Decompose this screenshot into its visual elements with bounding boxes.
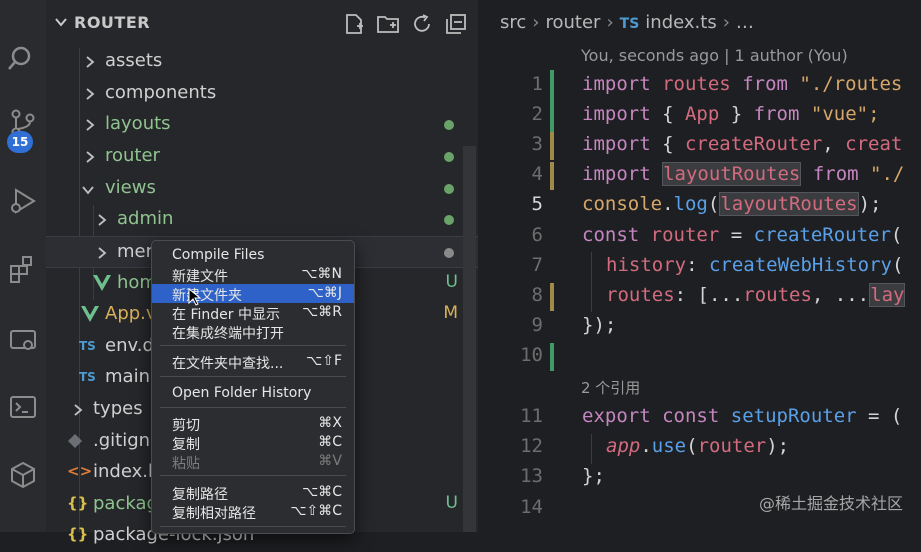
menu-item-copy-relative-path[interactable]: 复制相对路径 ⌥⇧⌘C [152, 502, 354, 522]
code-line-9[interactable]: 9 }); [478, 311, 921, 341]
explorer-scrollbar[interactable] [463, 146, 476, 532]
activity-bar: 15 [0, 0, 46, 532]
remote-explorer-icon[interactable] [0, 318, 46, 364]
tree-item-router[interactable]: router [46, 141, 478, 173]
json-icon: {} [67, 525, 89, 543]
breadcrumb: src › router › TS index.ts ›… [500, 12, 754, 33]
tree-item-layouts[interactable]: layouts [46, 109, 478, 141]
code-line-8[interactable]: 8 routes: [...routes, ...lay [478, 281, 921, 311]
code-line-13[interactable]: 13 }; [478, 462, 921, 492]
cube-icon[interactable] [0, 452, 46, 498]
menu-separator [160, 407, 346, 408]
menu-item-open-folder-history[interactable]: Open Folder History [152, 384, 354, 403]
menu-item-new-folder[interactable]: 新建文件夹 ⌥⌘J [152, 284, 354, 304]
scm-badge: 15 [7, 131, 33, 153]
git-added-dot [444, 152, 454, 162]
menu-item-paste: 粘贴 ⌘V [172, 453, 342, 472]
menu-separator [160, 376, 346, 377]
code-line-12[interactable]: 12 app.use(router); [478, 432, 921, 462]
refresh-icon[interactable] [410, 12, 434, 36]
menu-item-new-file[interactable]: 新建文件 ⌥⌘N [152, 265, 354, 285]
chevron-right-icon [98, 247, 107, 259]
menu-item-find-in-folder[interactable]: 在文件夹中查找... ⌥⇧F [152, 352, 354, 372]
menu-item-reveal-in-finder[interactable]: 在 Finder 中显示 ⌥⌘R [152, 303, 354, 323]
editor-pane: src › router › TS index.ts ›… You, seconds ago… [478, 0, 921, 532]
chevron-right-icon [98, 214, 107, 226]
menu-item-open-in-terminal[interactable]: 在集成终端中打开 [152, 322, 354, 342]
code-line-4[interactable]: 4 import layoutRoutes from "./ [478, 160, 921, 190]
code-line-3[interactable]: 3 import { createRouter, creat [478, 130, 921, 160]
vue-icon [93, 275, 111, 291]
codelens-blame[interactable]: You, seconds ago | 1 author (You) [581, 46, 848, 65]
menu-item-copy[interactable]: 复制 ⌘C [152, 433, 354, 453]
explorer-header: ROUTER [46, 0, 478, 48]
git-added-dot [444, 184, 454, 194]
vue-icon [81, 306, 99, 322]
new-folder-icon[interactable] [376, 12, 400, 36]
tree-item-assets[interactable]: assets [46, 46, 478, 78]
context-menu: Compile Files 新建文件 ⌥⌘N 新建文件夹 ⌥⌘J 在 Finder … [151, 240, 355, 534]
menu-separator [160, 345, 346, 346]
menu-item-compile-files[interactable]: Compile Files [152, 246, 354, 265]
chevron-down-icon [82, 186, 94, 195]
chevron-right-icon [86, 151, 95, 163]
code-line-6[interactable]: 6 const router = createRouter( [478, 221, 921, 251]
extensions-icon[interactable] [0, 246, 46, 292]
terminal-icon[interactable] [0, 384, 46, 430]
code-line-11[interactable]: 11 export const setupRouter = ( [478, 402, 921, 432]
menu-separator [160, 526, 346, 527]
tree-item-views[interactable]: views [46, 173, 478, 205]
tree-item-components[interactable]: components [46, 78, 478, 110]
run-debug-icon[interactable] [0, 178, 46, 224]
typescript-icon: TS [79, 339, 96, 353]
code-line-10[interactable]: 10 [478, 341, 921, 371]
git-added-dot [444, 120, 454, 130]
chevron-down-icon[interactable] [54, 15, 68, 29]
code-line-1[interactable]: 1 import routes from "./routes [478, 70, 921, 100]
chevron-right-icon [86, 56, 95, 68]
menu-item-copy-path[interactable]: 复制路径 ⌥⌘C [152, 483, 354, 503]
typescript-icon: TS [79, 370, 96, 384]
new-file-icon[interactable] [342, 12, 366, 36]
html-icon: <> [67, 462, 93, 480]
typescript-icon: TS [619, 16, 640, 32]
watermark: @稀土掘金技术社区 [758, 494, 903, 513]
chevron-right-icon [74, 404, 83, 416]
tree-item-admin[interactable]: admin [46, 204, 478, 236]
code-line-2[interactable]: 2 import { App } from "vue"; [478, 100, 921, 130]
breadcrumb-more[interactable]: … [736, 12, 754, 33]
mouse-cursor-icon [188, 288, 202, 306]
git-dot [444, 248, 454, 258]
chevron-right-icon [86, 88, 95, 100]
breadcrumb-src[interactable]: src [500, 12, 526, 33]
code-line-5[interactable]: 5 console.log(layoutRoutes); [478, 190, 921, 220]
search-icon[interactable] [0, 36, 46, 82]
breadcrumb-file[interactable]: index.ts [645, 12, 716, 33]
git-added-dot [444, 215, 454, 225]
codelens-references[interactable]: 2 个引用 [581, 377, 640, 398]
explorer-title: ROUTER [74, 13, 151, 32]
menu-separator [160, 475, 346, 476]
breadcrumb-router[interactable]: router [545, 12, 600, 33]
code-line-7[interactable]: 7 history: createWebHistory( [478, 251, 921, 281]
collapse-all-icon[interactable] [444, 12, 468, 36]
json-icon: {} [67, 494, 89, 512]
menu-item-cut[interactable]: 剪切 ⌘X [152, 414, 354, 434]
git-icon [68, 434, 82, 448]
chevron-right-icon [86, 119, 95, 131]
